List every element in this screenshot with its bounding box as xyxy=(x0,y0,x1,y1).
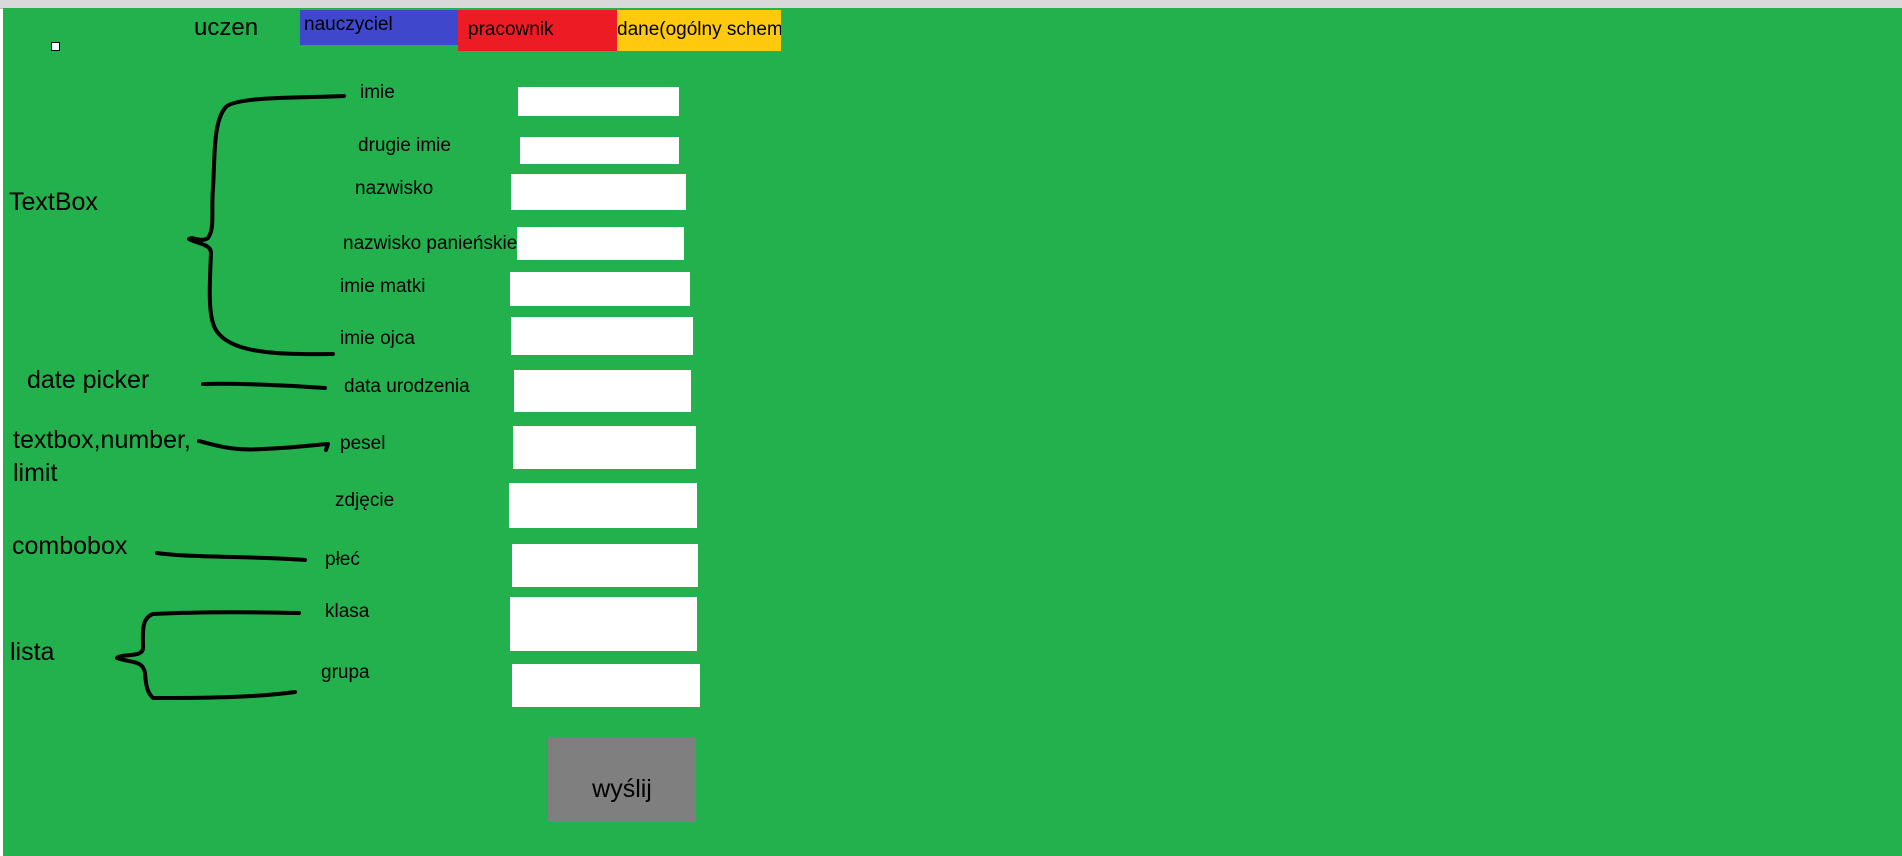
label-plec: płeć xyxy=(325,549,360,570)
label-data-urodzenia: data urodzenia xyxy=(344,376,470,397)
label-pesel: pesel xyxy=(340,433,386,454)
label-klasa: klasa xyxy=(325,601,370,622)
annotation-textbox: TextBox xyxy=(9,188,98,216)
textbox-bracket xyxy=(187,94,346,357)
selection-handle xyxy=(51,42,60,51)
grupa-list[interactable] xyxy=(512,664,700,707)
klasa-list[interactable] xyxy=(510,597,697,651)
tab-dane[interactable]: dane(ogólny schemat) xyxy=(617,10,781,51)
drugie-imie-input[interactable] xyxy=(520,137,679,164)
label-nazwisko: nazwisko xyxy=(355,178,434,199)
annotation-date-picker: date picker xyxy=(27,366,150,394)
nazwisko-input[interactable] xyxy=(511,174,686,210)
nazwisko-panienskie-input[interactable] xyxy=(517,227,684,260)
submit-button[interactable]: wyślij xyxy=(548,737,696,822)
imie-input[interactable] xyxy=(518,87,679,116)
label-drugie-imie: drugie imie xyxy=(358,135,451,156)
annotation-brackets xyxy=(115,94,346,700)
imie-ojca-input[interactable] xyxy=(511,317,693,355)
zdjecie-input[interactable] xyxy=(509,483,697,528)
textbox-number-line xyxy=(197,439,330,452)
imie-matki-input[interactable] xyxy=(510,272,690,306)
tab-pracownik[interactable]: pracownik xyxy=(458,10,620,51)
tab-uczen[interactable]: uczen xyxy=(194,10,304,46)
annotation-limit: limit xyxy=(13,459,58,487)
combobox-line xyxy=(155,551,307,562)
annotation-combobox: combobox xyxy=(12,532,128,560)
form-canvas: uczen nauczyciel pracownik dane(ogólny s… xyxy=(3,8,1902,856)
annotation-lista: lista xyxy=(10,638,55,666)
label-imie-ojca: imie ojca xyxy=(340,328,415,349)
date-picker-line xyxy=(201,381,327,390)
label-grupa: grupa xyxy=(321,662,370,683)
label-zdjecie: zdjęcie xyxy=(335,490,395,511)
lista-bracket xyxy=(115,610,301,700)
plec-combobox[interactable] xyxy=(512,544,698,587)
pesel-input[interactable] xyxy=(513,426,696,469)
data-urodzenia-picker[interactable] xyxy=(514,370,691,412)
tab-nauczyciel[interactable]: nauczyciel xyxy=(300,10,458,45)
label-nazwisko-panienskie: nazwisko panieńskie xyxy=(343,233,518,254)
label-imie: imie xyxy=(360,82,395,103)
label-imie-matki: imie matki xyxy=(340,276,426,297)
annotation-textbox-number: textbox,number, xyxy=(13,426,191,454)
